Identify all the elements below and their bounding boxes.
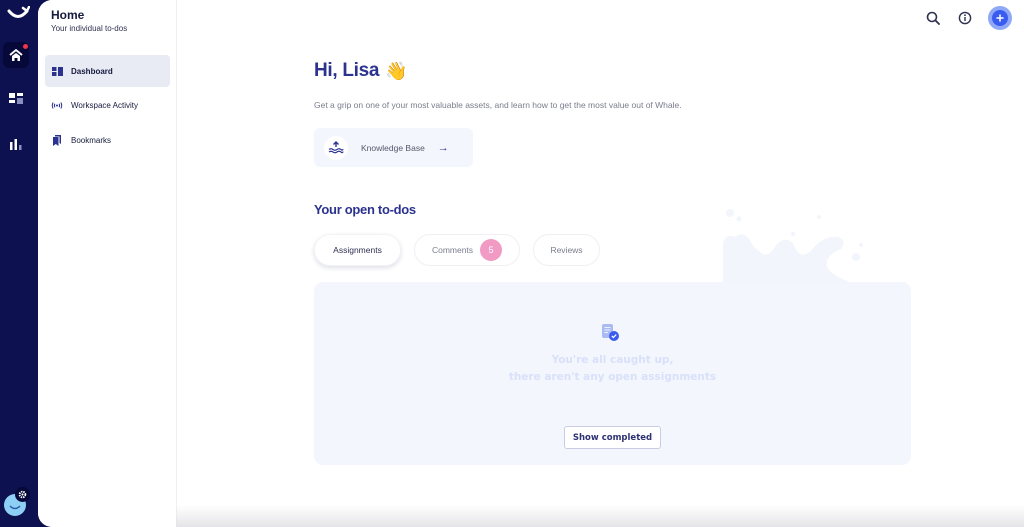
broadcast-icon: [51, 101, 63, 109]
tab-comments[interactable]: Comments 5: [414, 234, 520, 266]
gear-icon: [18, 490, 27, 499]
sidebar-item-workspace-activity[interactable]: Workspace Activity: [45, 89, 170, 121]
show-completed-button[interactable]: Show completed: [564, 426, 661, 449]
bookmark-icon: [53, 134, 61, 146]
sidebar-item-bookmarks[interactable]: Bookmarks: [45, 124, 170, 156]
whale-logo-icon[interactable]: [6, 6, 30, 22]
empty-message: You're all caught up, there aren't any o…: [314, 352, 911, 386]
todo-tabs: Assignments Comments 5 Reviews: [314, 234, 600, 266]
plus-icon: [996, 14, 1004, 22]
sidebar-item-label: Dashboard: [71, 66, 113, 76]
greeting-heading: Hi, Lisa 👋: [314, 60, 408, 82]
bar-chart-icon: [10, 139, 22, 150]
rail-analytics-button[interactable]: [3, 131, 29, 157]
greeting-text: Hi, Lisa: [314, 60, 380, 81]
splash-illustration: [723, 209, 863, 285]
comments-count-badge: 5: [480, 239, 503, 261]
main-panel: Home Your individual to-dos Dashboard Wo…: [38, 0, 1024, 527]
todos-title: Your open to-dos: [314, 202, 416, 217]
arrow-right-icon: →: [437, 141, 449, 154]
sidebar-item-label: Workspace Activity: [71, 100, 138, 110]
empty-state: You're all caught up, there aren't any o…: [314, 282, 911, 465]
sidebar-item-dashboard[interactable]: Dashboard: [45, 55, 170, 87]
knowledge-base-label: Knowledge Base: [361, 142, 425, 153]
knowledge-base-card[interactable]: Knowledge Base →: [314, 128, 473, 167]
wave-upload-icon: [328, 140, 344, 153]
tab-label: Reviews: [550, 245, 583, 255]
sidebar: Home Your individual to-dos Dashboard Wo…: [38, 0, 177, 527]
rail-catalog-button[interactable]: [3, 86, 29, 112]
tab-assignments[interactable]: Assignments: [314, 234, 401, 266]
grid-icon: [9, 93, 23, 104]
app-rail: [0, 0, 40, 527]
dashboard-icon: [51, 66, 63, 76]
top-actions: [924, 6, 1012, 30]
home-icon: [9, 48, 23, 61]
tab-reviews[interactable]: Reviews: [533, 234, 600, 266]
empty-message-line2: there aren't any open assignments: [508, 371, 717, 383]
settings-button[interactable]: [15, 487, 30, 502]
empty-message-line1: You're all caught up,: [551, 354, 674, 366]
document-check-icon: [602, 324, 619, 341]
info-button[interactable]: [956, 9, 974, 27]
notification-dot: [23, 44, 28, 49]
create-button[interactable]: [988, 6, 1012, 30]
info-icon: [958, 11, 972, 25]
waving-hand-icon: 👋: [385, 60, 408, 81]
search-icon: [926, 11, 940, 25]
rail-home-button[interactable]: [3, 42, 29, 68]
sidebar-title: Home: [51, 8, 85, 22]
tab-label: Assignments: [333, 245, 382, 255]
sidebar-subtitle: Your individual to-dos: [51, 24, 128, 33]
search-button[interactable]: [924, 9, 942, 27]
sidebar-item-label: Bookmarks: [71, 135, 112, 145]
intro-text: Get a grip on one of your most valuable …: [314, 100, 682, 110]
tab-label: Comments: [431, 245, 474, 255]
